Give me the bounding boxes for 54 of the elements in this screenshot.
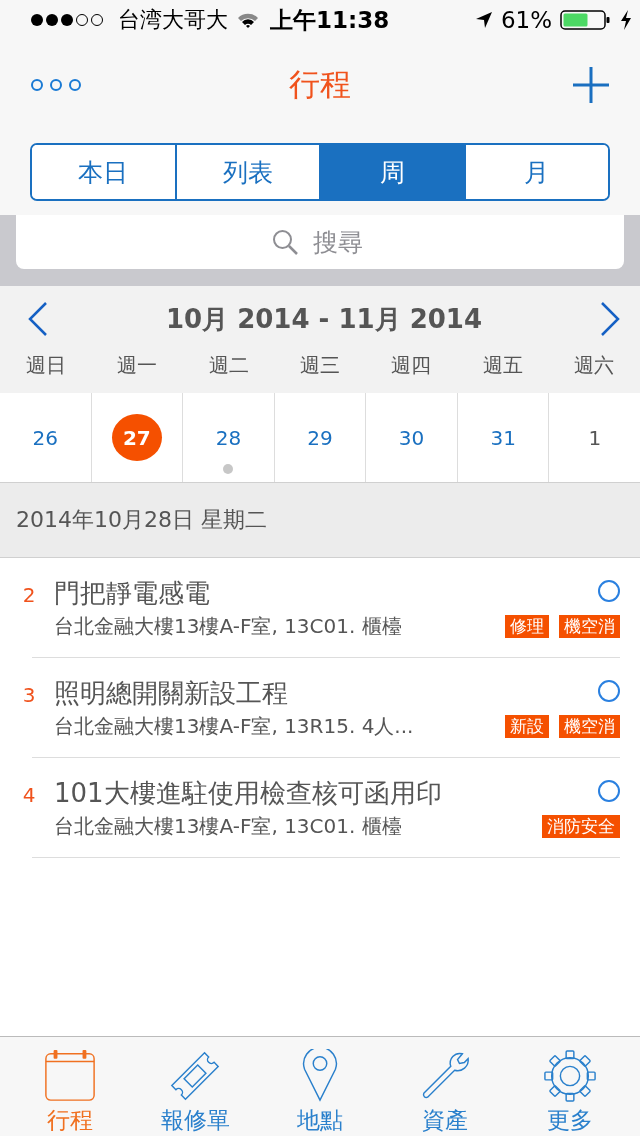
location-arrow-icon [474, 11, 493, 29]
weekday-label: 週一 [116, 352, 159, 379]
category-tag: 消防安全 [542, 815, 620, 838]
weekday-label: 週二 [207, 352, 250, 379]
event-location: 台北金融大樓13樓A-F室, 13R15. 4人... [54, 713, 414, 740]
tab-label[interactable]: 地點 [297, 1105, 343, 1136]
status-circle[interactable] [598, 580, 620, 602]
day-cell[interactable]: 26 [0, 393, 91, 482]
event-number: 2 [21, 582, 37, 609]
category-tag: 機空消 [559, 715, 620, 738]
event-location: 台北金融大樓13樓A-F室, 13C01. 櫃檯 [54, 613, 402, 640]
tab-label[interactable]: 報修單 [160, 1105, 230, 1136]
carrier-name: 台湾大哥大 [118, 6, 228, 34]
date-header: 2014年10月28日 星期二 [0, 483, 640, 558]
clock-time: 上午11:38 [270, 5, 390, 35]
segment-tab[interactable]: 周 [319, 145, 464, 199]
settings-icon[interactable] [541, 1049, 598, 1103]
event-title[interactable]: 101大樓進駐使用檢查核可函用印 [54, 776, 442, 811]
tab-label[interactable]: 行程 [47, 1105, 94, 1136]
event-number: 3 [21, 682, 37, 709]
day-cell[interactable]: 27 [90, 393, 183, 482]
category-tag: 新設 [505, 715, 549, 738]
event-location: 台北金融大樓13樓A-F室, 13C01. 櫃檯 [54, 813, 402, 840]
day-cell[interactable]: 29 [273, 393, 366, 482]
day-cell[interactable]: 28 [182, 393, 274, 482]
segment-tab[interactable]: 月 [463, 145, 608, 199]
event-number: 4 [21, 782, 37, 809]
search-field[interactable]: 搜尋 [16, 215, 624, 269]
event-title[interactable]: 門把靜電感電 [54, 576, 210, 611]
weekday-label: 週六 [573, 352, 616, 379]
date-range: 10月 2014 - 11月 2014 [165, 302, 483, 336]
category-tag: 修理 [505, 615, 549, 638]
event-title[interactable]: 照明總開關新設工程 [54, 676, 288, 711]
battery-percent: 61% [500, 7, 552, 33]
weekday-label: 週日 [24, 352, 67, 379]
segment-tab[interactable]: 本日 [32, 145, 175, 199]
category-tag: 機空消 [559, 615, 620, 638]
add-icon[interactable] [572, 66, 610, 104]
status-circle[interactable] [598, 680, 620, 702]
battery-icon [560, 9, 612, 31]
segment-tab[interactable]: 列表 [174, 145, 319, 199]
tab-label[interactable]: 資產 [421, 1105, 468, 1136]
day-cell[interactable]: 1 [548, 393, 640, 482]
wifi-icon [236, 11, 260, 29]
weekday-label: 週四 [390, 352, 433, 379]
day-cell[interactable]: 31 [456, 393, 549, 482]
day-cell[interactable]: 30 [365, 393, 457, 482]
segmented-control[interactable]: 本日 列表 周 月 [30, 143, 610, 201]
page-title: 行程 [289, 65, 351, 104]
status-circle[interactable] [598, 780, 620, 802]
weekday-label: 週三 [298, 352, 341, 379]
tab-label[interactable]: 更多 [546, 1105, 593, 1136]
weekday-label: 週五 [481, 352, 524, 379]
charging-bolt-icon [620, 10, 632, 30]
